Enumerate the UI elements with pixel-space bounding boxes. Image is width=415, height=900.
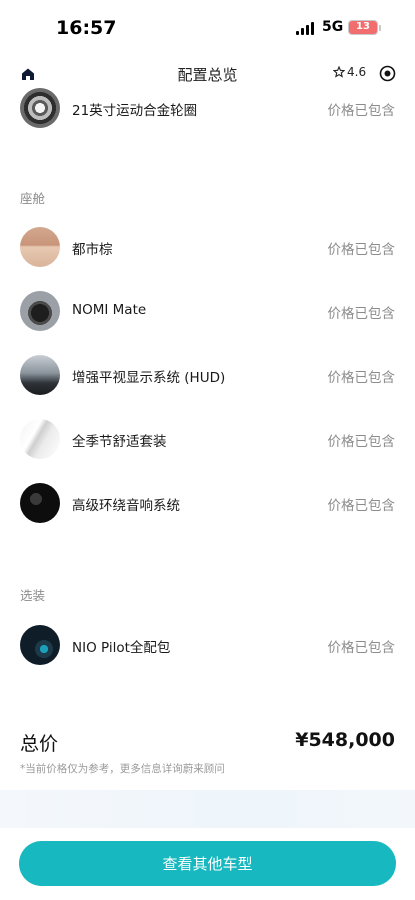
total-price-label: 总价 bbox=[20, 733, 59, 755]
item-price-status: 价格已包含 bbox=[327, 434, 396, 450]
network-type: 5G bbox=[322, 19, 344, 35]
list-item-wheels[interactable]: 21英寸运动合金轮圈 价格已包含 bbox=[0, 88, 415, 132]
battery-cap bbox=[379, 25, 381, 31]
item-price-status: 价格已包含 bbox=[327, 640, 396, 656]
item-price-status: 价格已包含 bbox=[327, 306, 396, 322]
section-title-cabin: 座舱 bbox=[20, 191, 46, 206]
item-label: 增强平视显示系统 (HUD) bbox=[72, 370, 226, 386]
item-price-status: 价格已包含 bbox=[327, 370, 396, 386]
nav-bar: 配置总览 4.6 bbox=[0, 58, 415, 90]
nomi-thumbnail bbox=[20, 291, 60, 331]
item-price-status: 价格已包含 bbox=[327, 242, 396, 258]
star-icon bbox=[333, 66, 345, 78]
item-label: 都市棕 bbox=[72, 242, 113, 258]
list-item-hud[interactable]: 增强平视显示系统 (HUD) 价格已包含 bbox=[0, 355, 415, 399]
item-price-status: 价格已包含 bbox=[327, 103, 396, 119]
total-price-value: ¥548,000 bbox=[295, 729, 395, 751]
bottom-fade-band bbox=[0, 790, 415, 828]
hud-thumbnail bbox=[20, 355, 60, 395]
list-item-color[interactable]: 都市棕 价格已包含 bbox=[0, 227, 415, 271]
list-item-nomi[interactable]: NOMI Mate 价格已包含 bbox=[0, 291, 415, 335]
rating-value: 4.6 bbox=[347, 65, 367, 79]
item-label: NOMI Mate bbox=[72, 302, 147, 318]
battery-level: 13 bbox=[356, 21, 370, 32]
item-label: NIO Pilot全配包 bbox=[72, 640, 171, 656]
color-swatch-thumbnail bbox=[20, 227, 60, 267]
section-title-options: 选装 bbox=[20, 588, 46, 603]
price-disclaimer: *当前价格仅为参考，更多信息详询蔚来顾问 bbox=[20, 763, 225, 775]
view-other-models-button[interactable]: 查看其他车型 bbox=[19, 841, 396, 886]
item-label: 全季节舒适套装 bbox=[72, 434, 167, 450]
status-bar: 16:57 5G 13 bbox=[0, 0, 415, 56]
wheel-thumbnail bbox=[20, 88, 60, 128]
signal-icon bbox=[296, 22, 314, 35]
audio-thumbnail bbox=[20, 483, 60, 523]
list-item-audio[interactable]: 高级环绕音响系统 价格已包含 bbox=[0, 483, 415, 527]
list-item-pilot[interactable]: NIO Pilot全配包 价格已包含 bbox=[0, 625, 415, 669]
item-label: 高级环绕音响系统 bbox=[72, 498, 180, 514]
pilot-thumbnail bbox=[20, 625, 60, 665]
battery-icon: 13 bbox=[348, 20, 378, 35]
item-price-status: 价格已包含 bbox=[327, 498, 396, 514]
target-icon[interactable] bbox=[379, 65, 396, 82]
item-label: 21英寸运动合金轮圈 bbox=[72, 103, 198, 119]
rating-button[interactable]: 4.6 bbox=[333, 65, 366, 79]
status-time: 16:57 bbox=[56, 17, 117, 39]
list-item-comfort[interactable]: 全季节舒适套装 价格已包含 bbox=[0, 419, 415, 463]
seat-thumbnail bbox=[20, 419, 60, 459]
